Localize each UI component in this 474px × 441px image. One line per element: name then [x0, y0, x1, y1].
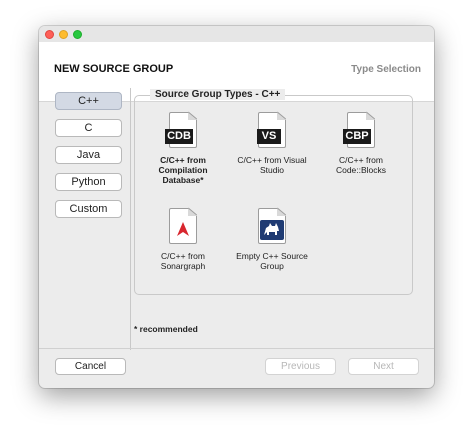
panel-title: Source Group Types - C++ [150, 89, 286, 100]
source-group-types-panel: Source Group Types - C++ CDB C/C++ from … [134, 89, 413, 295]
previous-button[interactable]: Previous [265, 358, 336, 375]
sourcetrail-file-icon [258, 207, 287, 244]
language-button-c[interactable]: C [55, 119, 122, 137]
step-label: Type Selection [351, 64, 421, 75]
next-button[interactable]: Next [348, 358, 419, 375]
language-button-java[interactable]: Java [55, 146, 122, 164]
language-sidebar: C++ C Java Python Custom [55, 92, 122, 227]
type-tile-cdb[interactable]: CDB C/C++ from Compilation Database* [144, 111, 222, 185]
recommended-footnote: * recommended [134, 324, 198, 334]
title-bar [39, 26, 434, 42]
sonargraph-file-icon [169, 207, 198, 244]
minimize-window-button[interactable] [59, 30, 68, 39]
sourcetrail-logo-icon [264, 223, 279, 235]
dialog-window: NEW SOURCE GROUP Type Selection C++ C Ja… [39, 26, 434, 388]
sidebar-divider [130, 88, 131, 350]
cancel-button[interactable]: Cancel [55, 358, 126, 375]
type-tile-empty-cpp[interactable]: Empty C++ Source Group [233, 207, 311, 271]
type-caption: C/C++ from Sonargraph [160, 251, 206, 271]
type-caption: C/C++ from Compilation Database* [158, 155, 208, 185]
visual-studio-file-icon: VS [257, 111, 287, 148]
close-window-button[interactable] [45, 30, 54, 39]
language-button-python[interactable]: Python [55, 173, 122, 191]
zoom-window-button[interactable] [73, 30, 82, 39]
language-button-cpp[interactable]: C++ [55, 92, 122, 110]
cdb-file-icon: CDB [165, 111, 198, 148]
type-tile-sonargraph[interactable]: C/C++ from Sonargraph [144, 207, 222, 271]
type-caption: C/C++ from Visual Studio [237, 155, 307, 175]
cbp-file-icon: CBP [343, 111, 376, 148]
language-button-custom[interactable]: Custom [55, 200, 122, 218]
footer-divider [39, 348, 434, 349]
type-tile-visual-studio[interactable]: VS C/C++ from Visual Studio [233, 111, 311, 175]
sonargraph-logo-icon [177, 222, 189, 236]
dialog-title: NEW SOURCE GROUP [54, 63, 174, 75]
type-caption: Empty C++ Source Group [236, 251, 308, 271]
type-tile-code-blocks[interactable]: CBP C/C++ from Code::Blocks [322, 111, 400, 175]
type-caption: C/C++ from Code::Blocks [335, 155, 387, 175]
